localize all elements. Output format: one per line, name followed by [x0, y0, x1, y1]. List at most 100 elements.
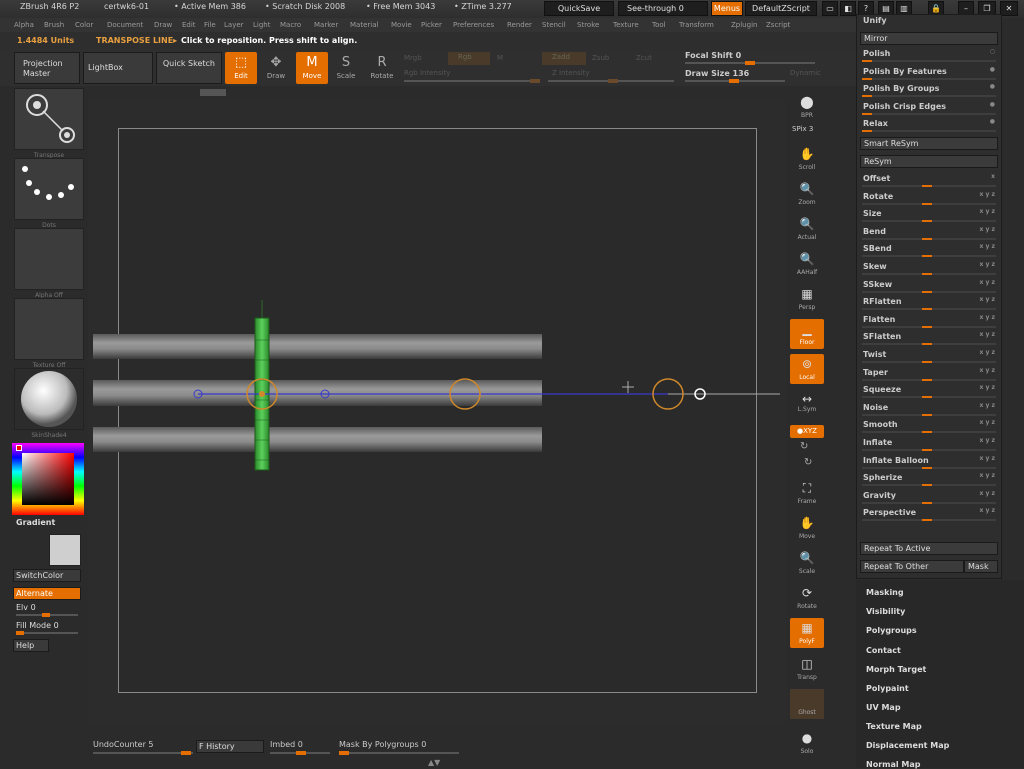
morph-target-subpalette[interactable]: Morph Target: [866, 665, 926, 674]
z-intensity-slider[interactable]: [548, 79, 674, 83]
lightbox-button[interactable]: LightBox: [83, 52, 153, 84]
size-axis-toggles[interactable]: x y z: [980, 208, 995, 215]
dynamic-button[interactable]: Dynamic: [790, 69, 821, 77]
unify-button[interactable]: Unify: [860, 14, 998, 30]
default-zscript-button[interactable]: DefaultZScript: [745, 1, 817, 16]
menu-alpha[interactable]: Alpha: [14, 21, 34, 29]
repeat-to-active-button[interactable]: Repeat To Active: [860, 542, 998, 555]
spix-label[interactable]: SPix 3: [792, 125, 813, 133]
move-view-button[interactable]: ✋ Move: [790, 513, 824, 543]
menu-tool[interactable]: Tool: [652, 21, 666, 29]
rgb-button[interactable]: Rgb: [448, 52, 490, 65]
noise-slider[interactable]: Noise x y z: [860, 401, 998, 417]
menu-macro[interactable]: Macro: [280, 21, 301, 29]
menu-preferences[interactable]: Preferences: [453, 21, 494, 29]
polish-crisp-edges-knob[interactable]: [862, 113, 872, 115]
scroll-button[interactable]: ✋ Scroll: [790, 144, 824, 174]
resym-button[interactable]: ReSym: [860, 155, 998, 168]
bend-slider[interactable]: Bend x y z: [860, 225, 998, 241]
secondary-color-swatch[interactable]: [49, 534, 81, 566]
fill-mode-knob[interactable]: [16, 631, 24, 635]
masking-subpalette[interactable]: Masking: [866, 588, 904, 597]
taper-slider[interactable]: Taper x y z: [860, 366, 998, 382]
twist-slider[interactable]: Twist x y z: [860, 348, 998, 364]
draw-size-knob[interactable]: [729, 79, 739, 83]
imbed-knob[interactable]: [296, 751, 306, 755]
scale-view-button[interactable]: 🔍 Scale: [790, 548, 824, 578]
menu-material[interactable]: Material: [350, 21, 378, 29]
ghost-button[interactable]: Ghost: [790, 689, 824, 719]
half-icon[interactable]: ◧: [840, 1, 856, 16]
offset-axis-toggles[interactable]: x: [991, 173, 995, 180]
fill-mode-slider[interactable]: [16, 631, 78, 635]
undo-counter-knob[interactable]: [181, 751, 191, 755]
inflate-axis-toggles[interactable]: x y z: [980, 437, 995, 444]
history-button[interactable]: F History: [196, 740, 264, 753]
rotate-y-icon[interactable]: ↻: [800, 441, 808, 452]
xyz-button[interactable]: ●XYZ: [790, 425, 824, 438]
sbend-knob[interactable]: [922, 255, 932, 258]
polish-by-groups-knob[interactable]: [862, 95, 872, 97]
noise-knob[interactable]: [922, 413, 932, 416]
smooth-knob[interactable]: [922, 431, 932, 434]
smooth-slider[interactable]: Smooth x y z: [860, 418, 998, 434]
spherize-slider[interactable]: Spherize x y z: [860, 471, 998, 487]
inflate-balloon-slider[interactable]: Inflate Balloon x y z: [860, 454, 998, 470]
mask-by-polygroups-slider[interactable]: [339, 751, 459, 755]
focal-shift-knob[interactable]: [745, 61, 755, 65]
transp-button[interactable]: ◫ Transp: [790, 654, 824, 684]
menu-layer[interactable]: Layer: [224, 21, 244, 29]
flatten-slider[interactable]: Flatten x y z: [860, 313, 998, 329]
visibility-subpalette[interactable]: Visibility: [866, 607, 905, 616]
flatten-axis-toggles[interactable]: x y z: [980, 314, 995, 321]
polish-toggle-icon[interactable]: ○: [990, 48, 995, 55]
mirror-button[interactable]: Mirror: [860, 32, 998, 45]
spherize-knob[interactable]: [922, 484, 932, 487]
flatten-knob[interactable]: [922, 325, 932, 328]
perspective-axis-toggles[interactable]: x y z: [980, 507, 995, 514]
mrgb-button[interactable]: Mrgb: [404, 54, 422, 62]
elv-slider[interactable]: [16, 613, 78, 617]
sskew-axis-toggles[interactable]: x y z: [980, 279, 995, 286]
switchcolor-button[interactable]: SwitchColor: [13, 569, 81, 582]
relax-slider[interactable]: Relax ●: [860, 117, 998, 133]
squeeze-knob[interactable]: [922, 396, 932, 399]
gravity-axis-toggles[interactable]: x y z: [980, 490, 995, 497]
focal-shift-slider[interactable]: [685, 61, 815, 65]
rgb-intensity-knob[interactable]: [530, 79, 540, 83]
material-thumb[interactable]: SkinShade4: [14, 368, 84, 439]
scale-button[interactable]: S Scale: [330, 52, 362, 84]
draw-size-slider[interactable]: [685, 79, 785, 83]
draw-button[interactable]: ✥ Draw: [260, 52, 292, 84]
polypaint-subpalette[interactable]: Polypaint: [866, 684, 909, 693]
perspective-knob[interactable]: [922, 519, 932, 522]
texture-map-subpalette[interactable]: Texture Map: [866, 722, 922, 731]
skew-slider[interactable]: Skew x y z: [860, 260, 998, 276]
menu-brush[interactable]: Brush: [44, 21, 64, 29]
inflate-balloon-knob[interactable]: [922, 466, 932, 469]
size-slider[interactable]: Size x y z: [860, 207, 998, 223]
rgb-intensity-slider[interactable]: [404, 79, 540, 83]
alternate-button[interactable]: Alternate: [13, 587, 81, 600]
help-button[interactable]: Help: [13, 639, 49, 652]
canvas-scrollbar-handle[interactable]: [200, 89, 226, 96]
zadd-button[interactable]: Zadd: [542, 52, 586, 65]
sflatten-knob[interactable]: [922, 343, 932, 346]
undo-counter-slider[interactable]: [93, 751, 193, 755]
rotate-axis-toggles[interactable]: x y z: [980, 191, 995, 198]
taper-axis-toggles[interactable]: x y z: [980, 367, 995, 374]
close-icon[interactable]: ✕: [1000, 1, 1018, 16]
frame-button[interactable]: ⛶ Frame: [790, 478, 824, 508]
contact-subpalette[interactable]: Contact: [866, 646, 901, 655]
polyf-button[interactable]: ▦ PolyF: [790, 618, 824, 648]
menu-stencil[interactable]: Stencil: [542, 21, 566, 29]
rflatten-knob[interactable]: [922, 308, 932, 311]
rotate-button[interactable]: R Rotate: [366, 52, 398, 84]
bend-knob[interactable]: [922, 237, 932, 240]
imbed-slider[interactable]: [270, 751, 330, 755]
elv-knob[interactable]: [42, 613, 50, 617]
menu-color[interactable]: Color: [75, 21, 93, 29]
rflatten-slider[interactable]: RFlatten x y z: [860, 295, 998, 311]
bpr-button[interactable]: ⬤ BPR: [790, 92, 824, 122]
mask-button[interactable]: Mask: [964, 560, 998, 573]
